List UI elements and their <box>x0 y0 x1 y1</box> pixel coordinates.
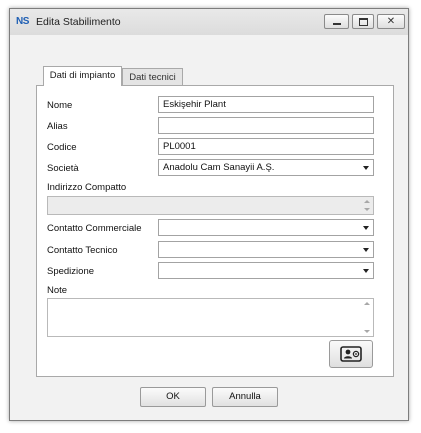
chevron-down-icon[interactable] <box>363 248 369 252</box>
tab-panel: Nome Eskişehir Plant Alias Codice PL0001… <box>36 85 394 377</box>
contatto-commerciale-label: Contatto Commerciale <box>47 223 142 234</box>
codice-field[interactable]: PL0001 <box>158 138 374 155</box>
societa-label: Società <box>47 163 79 174</box>
contatto-tecnico-label: Contatto Tecnico <box>47 245 118 256</box>
note-field[interactable] <box>47 298 374 337</box>
maximize-button[interactable] <box>352 14 374 29</box>
close-icon: ✕ <box>386 15 396 27</box>
scroll-down-icon <box>364 330 370 333</box>
contatto-commerciale-select[interactable] <box>158 219 374 236</box>
spedizione-label: Spedizione <box>47 266 95 277</box>
app-logo-icon: NS <box>16 16 29 27</box>
indirizzo-field <box>47 196 374 215</box>
contact-card-button[interactable] <box>329 340 373 368</box>
societa-value: Anadolu Cam Sanayii A.Ş. <box>163 162 275 173</box>
nome-field[interactable]: Eskişehir Plant <box>158 96 374 113</box>
tab-dati-di-impianto[interactable]: Dati di impianto <box>43 66 122 86</box>
minimize-button[interactable] <box>324 14 349 29</box>
alias-label: Alias <box>47 121 68 132</box>
scroll-up-icon <box>364 200 370 203</box>
chevron-down-icon[interactable] <box>363 226 369 230</box>
contact-card-icon <box>340 346 362 362</box>
chevron-down-icon[interactable] <box>363 166 369 170</box>
codice-label: Codice <box>47 142 77 153</box>
tab-dati-tecnici[interactable]: Dati tecnici <box>122 68 183 86</box>
societa-select[interactable]: Anadolu Cam Sanayii A.Ş. <box>158 159 374 176</box>
minimize-icon <box>332 23 341 25</box>
nome-label: Nome <box>47 100 73 111</box>
maximize-icon <box>358 17 368 26</box>
title-bar[interactable]: NS Edita Stabilimento ✕ <box>10 9 408 35</box>
cancel-button[interactable]: Annulla <box>212 387 278 407</box>
note-label: Note <box>47 285 68 296</box>
contatto-tecnico-select[interactable] <box>158 241 374 258</box>
spedizione-select[interactable] <box>158 262 374 279</box>
scroll-up-icon <box>364 302 370 305</box>
edit-plant-dialog: NS Edita Stabilimento ✕ Dati di impianto… <box>9 8 409 421</box>
window-title: Edita Stabilimento <box>36 16 121 28</box>
scroll-down-icon <box>364 208 370 211</box>
close-button[interactable]: ✕ <box>377 14 405 29</box>
alias-field[interactable] <box>158 117 374 134</box>
chevron-down-icon[interactable] <box>363 269 369 273</box>
indirizzo-label: Indirizzo Compatto <box>47 182 127 193</box>
ok-button[interactable]: OK <box>140 387 206 407</box>
